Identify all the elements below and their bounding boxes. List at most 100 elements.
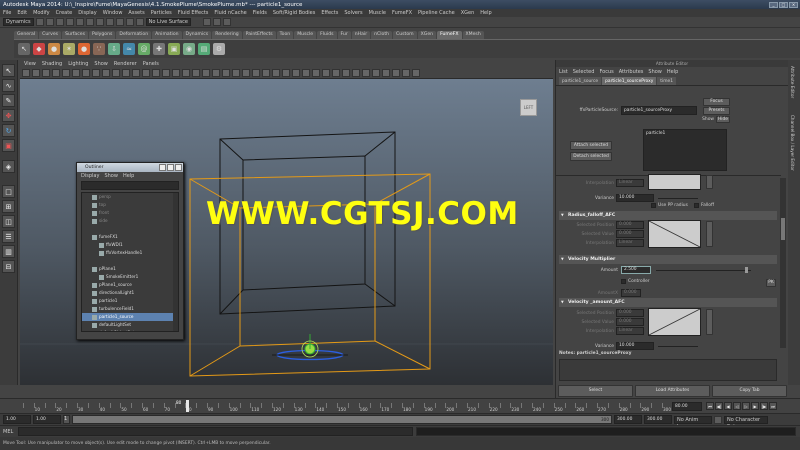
interpolation2-dropdown[interactable]: Linear [616,239,644,247]
viewport-tool-icon[interactable] [212,69,220,77]
source-object-list[interactable]: particle1 [643,129,727,171]
shelf-tab-nhair[interactable]: nHair [351,31,371,39]
fumefx-fill-icon[interactable]: ▣ [168,43,180,55]
render-icon[interactable] [202,18,211,26]
pk-button[interactable]: PK [766,279,776,287]
menu-item-8[interactable]: Fluid Effects [178,10,209,16]
variance1-field[interactable]: 10.000 [616,194,654,202]
save-scene-icon[interactable] [55,18,64,26]
move-tool-icon[interactable]: ✥ [2,109,15,122]
snap-plane-icon[interactable] [125,18,134,26]
ae-tab-1[interactable]: particle1_sourceProxy [602,77,657,85]
lasso-tool-icon[interactable]: ∿ [2,79,15,92]
fumefx-object-source-icon[interactable]: ● [78,43,90,55]
velocity-multiplier-section-header[interactable]: Velocity Multiplier [559,255,777,264]
amount-field[interactable]: 2.500 [621,266,651,274]
animation-start-field[interactable]: 1.00 [3,415,31,424]
outliner-item[interactable]: pPlane1_source [82,281,178,289]
hide-button[interactable]: Hide [716,116,730,123]
selected-position-field[interactable]: 0.000 [616,221,644,229]
close-button[interactable]: × [789,1,798,8]
viewport-tool-icon[interactable] [392,69,400,77]
ae-menu-item-2[interactable]: Focus [599,69,613,75]
viewport-tool-icon[interactable] [312,69,320,77]
viewport-tool-icon[interactable] [252,69,260,77]
ae-menu-item-1[interactable]: Selected [573,69,595,75]
time-slider-current-frame-marker[interactable] [186,400,189,412]
viewport-tool-icon[interactable] [122,69,130,77]
load-attributes-button[interactable]: Load Attributes [635,385,710,397]
velocity-amount-ramp[interactable] [648,308,701,336]
animation-end-field[interactable]: 300.00 [644,415,672,424]
radius-falloff-ramp[interactable] [648,220,701,248]
ramp2-expand-button[interactable] [706,221,713,247]
menu-item-2[interactable]: Modify [33,10,50,16]
menu-item-14[interactable]: Muscle [369,10,386,16]
shelf-tab-polygons[interactable]: Polygons [88,31,116,39]
viewport-tool-icon[interactable] [412,69,420,77]
fumefx-preview-icon[interactable]: ◉ [183,43,195,55]
outliner-menu-item-2[interactable]: Help [123,173,134,179]
step-back-key-icon[interactable]: ◀| [715,402,723,410]
go-to-end-icon[interactable]: ⏭ [769,402,777,410]
select-button[interactable]: Select [558,385,633,397]
layout-four-icon[interactable]: ⊞ [2,200,15,213]
menu-item-15[interactable]: FumeFX [392,10,412,16]
menu-item-5[interactable]: Window [103,10,123,16]
anim-prefs-icon[interactable] [714,415,722,424]
fumefx-gravity-icon[interactable]: ⇩ [108,43,120,55]
playback-end-field[interactable]: 300.00 [614,415,642,424]
ae-tab-2[interactable]: time1 [657,77,677,85]
ae-tab-0[interactable]: particle1_source [559,77,602,85]
anim-layer-dropdown[interactable]: No Anim Layer [674,415,712,430]
viewport-menu-item-5[interactable]: Panels [143,61,159,67]
viewport-tool-icon[interactable] [362,69,370,77]
outliner-item[interactable]: persp [82,193,178,201]
outliner-item[interactable]: directionalLight1 [82,289,178,297]
viewport-tool-icon[interactable] [372,69,380,77]
fumefx-vortex-icon[interactable]: @ [138,43,150,55]
range-frame-box[interactable]: 1 [63,415,70,424]
focus-button[interactable]: Focus [703,98,730,106]
viewport-tool-icon[interactable] [182,69,190,77]
viewport-menu-item-4[interactable]: Renderer [114,61,137,67]
command-input[interactable] [18,427,414,436]
open-scene-icon[interactable] [45,18,54,26]
fumefx-render-icon[interactable]: ⚙ [213,43,225,55]
ae-menu-item-4[interactable]: Show [648,69,662,75]
select-tool-icon[interactable]: ↖ [18,43,30,55]
amount-x-field[interactable]: 0.000 [621,289,641,297]
viewport-tool-icon[interactable] [282,69,290,77]
view-cube[interactable]: LEFT [520,99,537,116]
current-frame-field[interactable]: 80.00 [672,402,702,411]
selected-value2-field[interactable]: 0.000 [616,318,644,326]
ae-menu-item-0[interactable]: List [559,69,568,75]
viewport-tool-icon[interactable] [322,69,330,77]
viewport-tool-icon[interactable] [192,69,200,77]
outliner-item[interactable]: top [82,201,178,209]
selected-position2-field[interactable]: 0.000 [616,309,644,317]
maximize-button[interactable]: □ [779,1,788,8]
command-language-label[interactable]: MEL [3,429,13,435]
layout-single-icon[interactable]: □ [2,185,15,198]
detach-selected-button[interactable]: Detach selected [570,152,612,161]
outliner-item[interactable]: fumeFX1 [82,233,178,241]
step-back-icon[interactable]: ◀ [724,402,732,410]
outliner-item[interactable]: front [82,209,178,217]
viewport-tool-icon[interactable] [402,69,410,77]
menu-item-0[interactable]: File [3,10,11,16]
viewport-menu-item-1[interactable]: Shading [42,61,62,67]
viewport-tool-icon[interactable] [52,69,60,77]
last-tool-icon[interactable]: ◈ [2,160,15,173]
falloff-ramp-1[interactable] [648,174,701,190]
layout-outliner-icon[interactable]: ▥ [2,245,15,258]
menu-item-4[interactable]: Display [78,10,96,16]
select-object-icon[interactable] [75,18,84,26]
viewport-tool-icon[interactable] [202,69,210,77]
shelf-tab-animation[interactable]: Animation [152,31,182,39]
snap-point-icon[interactable] [115,18,124,26]
outliner-minimize-button[interactable] [159,164,166,171]
outliner-item[interactable]: SmokeEmitter1 [82,273,178,281]
ae-menu-item-3[interactable]: Attributes [619,69,644,75]
shelf-tab-deformation[interactable]: Deformation [116,31,152,39]
